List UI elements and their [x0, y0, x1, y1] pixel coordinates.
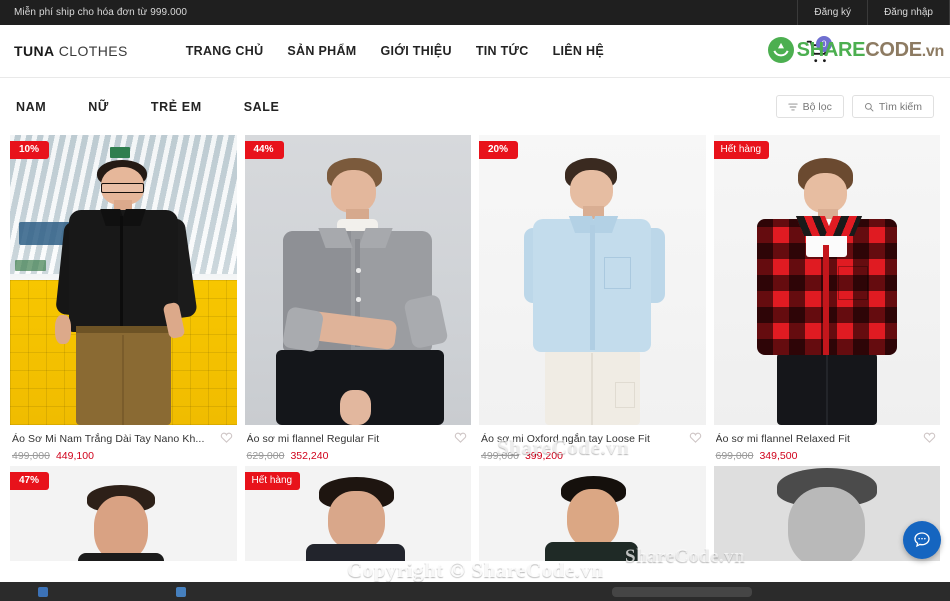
cart-button[interactable]: 0: [806, 36, 832, 65]
product-info: Áo Sơ Mi Nam Trắng Dài Tay Nano Kh... 49…: [10, 425, 237, 466]
nav-item-contact[interactable]: LIÊN HỆ: [553, 44, 604, 58]
product-old-price: 499,000: [481, 450, 519, 462]
nav-item-news[interactable]: TIN TỨC: [476, 44, 529, 58]
product-info: Áo sơ mi flannel Relaxed Fit 699,000 349,…: [714, 425, 941, 466]
register-link[interactable]: Đăng ký: [797, 0, 867, 25]
product-image[interactable]: 44%: [244, 135, 471, 425]
product-card[interactable]: 20% Áo sơ mi Oxford ngắn tay Loose Fit 4…: [479, 135, 706, 466]
brand-name-bold: TUNA: [14, 43, 55, 59]
nav-item-about[interactable]: GIỚI THIỆU: [381, 44, 452, 58]
product-new-price: 449,100: [55, 450, 94, 462]
announcement-bar: Miễn phí ship cho hóa đơn từ 999.000 Đăn…: [0, 0, 950, 25]
product-photo-partial: [479, 466, 706, 561]
out-of-stock-badge: Hết hàng: [713, 141, 770, 159]
search-button-label: Tìm kiếm: [878, 100, 922, 113]
chat-widget-button[interactable]: [903, 521, 941, 559]
watermark-logo-text-2: CODE: [865, 38, 922, 61]
main-navigation: TRANG CHỦ SẢN PHẨM GIỚI THIỆU TIN TỨC LI…: [186, 44, 604, 58]
product-prices: 499,000 399,200: [481, 450, 704, 462]
product-old-price: 699,000: [715, 450, 754, 462]
product-photo-red-plaid-flannel: [713, 135, 940, 425]
sharecode-logo-mark: [767, 37, 794, 63]
account-links: Đăng ký Đăng nhập: [797, 0, 950, 25]
heart-icon[interactable]: [923, 431, 936, 444]
sharecode-watermark-logo: SHARECODE.vn: [767, 37, 945, 63]
brand-name-light: CLOTHES: [58, 43, 128, 59]
discount-badge: 47%: [10, 472, 50, 490]
product-card[interactable]: Hết hàng Áo sơ mi flannel Relaxed Fit 69…: [713, 135, 941, 466]
product-new-price: 352,240: [290, 450, 329, 462]
product-old-price: 499,000: [12, 450, 50, 462]
product-prices: 499,000 449,100: [12, 450, 235, 462]
category-tab-nu[interactable]: NỮ: [88, 100, 109, 114]
os-taskbar: [0, 582, 950, 601]
taskbar-icon-1[interactable]: [38, 587, 48, 597]
discount-badge: 10%: [10, 141, 50, 159]
product-grid-row-1: 10% Áo Sơ Mi Nam Trắng Dài Tay Nano Kh..…: [0, 135, 950, 466]
filter-icon: [788, 103, 798, 110]
product-new-price: 399,200: [524, 450, 563, 462]
recycle-arrow-icon: [773, 42, 789, 57]
product-image[interactable]: 47%: [10, 466, 237, 561]
category-tab-tre-em[interactable]: TRẺ EM: [151, 100, 202, 114]
product-card[interactable]: 44% Áo sơ mi flannel Regular Fit 629,000…: [244, 135, 472, 466]
nav-item-home[interactable]: TRANG CHỦ: [186, 44, 264, 58]
product-grid-row-2: 47% Hết hàng: [0, 466, 950, 561]
search-button[interactable]: Tìm kiếm: [851, 95, 934, 118]
product-old-price: 629,000: [246, 450, 285, 462]
product-photo-grey-flannel: [244, 135, 471, 425]
taskbar-window-item[interactable]: [612, 587, 752, 597]
product-name: Áo sơ mi flannel Relaxed Fit: [715, 433, 851, 445]
heart-icon[interactable]: [454, 431, 467, 444]
watermark-overlay-copyright: Copyright © ShareCode.vn: [347, 558, 604, 582]
product-card[interactable]: Hết hàng: [244, 466, 471, 561]
product-image[interactable]: Hết hàng: [244, 466, 471, 561]
filter-button-label: Bộ lọc: [802, 100, 832, 113]
heart-icon[interactable]: [689, 431, 702, 444]
category-tab-sale[interactable]: SALE: [244, 100, 280, 114]
nav-item-products[interactable]: SẢN PHẨM: [287, 44, 356, 58]
product-info: Áo sơ mi Oxford ngắn tay Loose Fit 499,0…: [479, 425, 706, 466]
product-image[interactable]: Hết hàng: [713, 135, 940, 425]
brand-logo[interactable]: TUNA CLOTHES: [0, 43, 128, 59]
watermark-logo-text-3: .vn: [921, 42, 945, 60]
filter-button[interactable]: Bộ lọc: [775, 95, 844, 118]
taskbar-icon-2[interactable]: [176, 587, 186, 597]
product-name: Áo sơ mi flannel Regular Fit: [246, 433, 380, 445]
login-link[interactable]: Đăng nhập: [867, 0, 950, 25]
category-bar: NAM NỮ TRẺ EM SALE Bộ lọc Tìm kiếm: [0, 78, 950, 135]
product-new-price: 349,500: [759, 450, 798, 462]
product-name: Áo Sơ Mi Nam Trắng Dài Tay Nano Kh...: [12, 433, 205, 445]
product-card[interactable]: 10% Áo Sơ Mi Nam Trắng Dài Tay Nano Kh..…: [10, 135, 237, 466]
category-tab-nam[interactable]: NAM: [16, 100, 46, 114]
chat-bubble-icon: [914, 532, 930, 548]
cart-count-badge: 0: [816, 36, 832, 52]
product-image[interactable]: [479, 466, 706, 561]
promo-text: Miễn phí ship cho hóa đơn từ 999.000: [14, 7, 188, 18]
product-prices: 629,000 352,240: [247, 450, 470, 462]
heart-icon[interactable]: [220, 431, 233, 444]
search-icon: [864, 102, 874, 111]
toolbar: Bộ lọc Tìm kiếm: [775, 95, 934, 118]
product-name: Áo sơ mi Oxford ngắn tay Loose Fit: [481, 433, 651, 445]
product-card[interactable]: [479, 466, 706, 561]
out-of-stock-badge: Hết hàng: [244, 472, 301, 490]
discount-badge: 44%: [244, 141, 284, 159]
product-info: Áo sơ mi flannel Regular Fit 629,000 352,…: [245, 425, 472, 466]
discount-badge: 20%: [479, 141, 519, 159]
product-photo-black-shirt: [10, 135, 237, 425]
site-header: TUNA CLOTHES TRANG CHỦ SẢN PHẨM GIỚI THI…: [0, 25, 950, 78]
product-prices: 699,000 349,500: [716, 450, 939, 462]
product-card[interactable]: 47%: [10, 466, 237, 561]
product-image[interactable]: 20%: [479, 135, 706, 425]
product-image[interactable]: 10%: [10, 135, 237, 425]
product-photo-blue-oxford: [479, 135, 706, 425]
